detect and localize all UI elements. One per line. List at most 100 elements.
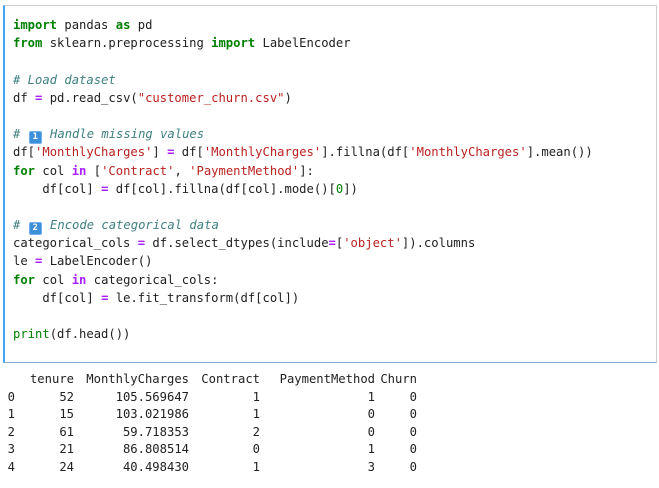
code-token: ] — [152, 145, 168, 160]
code-token: ) — [284, 90, 292, 105]
code-token: 'MonthlyCharges' — [35, 145, 153, 160]
table-cell: 0 — [409, 424, 417, 439]
code-token: [ — [86, 163, 102, 178]
table-cell: 40.498430 — [122, 459, 189, 474]
code-token: pd — [130, 18, 153, 32]
table-cell: 0 — [367, 407, 375, 421]
code-line: for col in ['Contract', 'PaymentMethod']… — [13, 162, 593, 180]
number-emoji-icon: 1 — [28, 131, 42, 145]
code-token: from — [13, 36, 43, 51]
code-token: df[ — [174, 145, 204, 160]
code-line: # Load dataset — [13, 71, 593, 89]
code-token: 'object' — [343, 236, 402, 251]
code-token: 'MonthlyCharges' — [203, 145, 322, 160]
table-cell: 24 — [59, 459, 74, 474]
table-cell: 3 — [367, 459, 375, 474]
code-line: from sklearn.preprocessing import LabelE… — [13, 34, 593, 52]
table-cell: 0 — [409, 407, 417, 421]
code-token: df[col].fillna(df[col].mode()[ — [108, 181, 336, 196]
code-token: le — [13, 254, 36, 269]
table-cell: 0 — [409, 389, 417, 404]
table-cell: 61 — [59, 424, 74, 439]
code-token: = — [328, 236, 336, 251]
table-cell: 59.718353 — [122, 424, 189, 439]
code-line: categorical_cols = df.select_dtypes(incl… — [13, 234, 593, 252]
table-cell: 1 — [367, 389, 375, 404]
code-token: ]) — [343, 181, 358, 196]
code-token: LabelEncoder() — [42, 254, 153, 269]
table-cell: 52 — [59, 389, 74, 404]
code-token: df[ — [13, 145, 36, 160]
code-line: df[col] = df[col].fillna(df[col].mode()[… — [13, 180, 593, 198]
number-emoji-icon: 2 — [28, 222, 42, 236]
code-token: 'Contract' — [101, 163, 175, 178]
code-line: # 2 Encode categorical data — [13, 216, 593, 236]
code-token: for — [13, 163, 36, 178]
table-cell: 103.021986 — [115, 407, 189, 421]
table-cell: 0 — [252, 442, 260, 456]
row-index: 4 — [7, 459, 15, 474]
code-editor[interactable]: import pandas as pd from sklearn.preproce… — [13, 16, 593, 343]
table-cell: tenure — [29, 372, 74, 386]
code-token: as — [115, 18, 131, 32]
code-token: categorical_cols — [13, 236, 138, 251]
table-cell: 1 — [252, 459, 260, 474]
table-cell: 21 — [59, 442, 74, 456]
code-token: ].fillna(df[ — [321, 145, 410, 160]
table-cell: MonthlyCharges — [86, 372, 189, 386]
code-token: print — [13, 327, 50, 342]
code-line: print(df.head()) — [13, 325, 593, 343]
code-token: import — [13, 18, 58, 32]
code-line: import pandas as pd — [13, 16, 593, 34]
code-token: ]: — [299, 163, 314, 178]
code-line: le = LabelEncoder() — [13, 252, 593, 270]
code-token: Handle missing values — [42, 127, 205, 142]
code-token: col — [35, 272, 72, 287]
code-token: df — [13, 90, 36, 105]
code-line: df = pd.read_csv("customer_churn.csv") — [13, 89, 593, 107]
code-line: # 1 Handle missing values — [13, 125, 593, 145]
code-token: # Load dataset — [13, 72, 116, 87]
code-token: le.fit_transform(df[col]) — [108, 290, 300, 305]
code-token: 'PaymentMethod' — [189, 163, 300, 178]
code-token: # — [13, 218, 28, 233]
code-token: ]).columns — [401, 236, 476, 251]
code-line: df['MonthlyCharges'] = df['MonthlyCharge… — [13, 143, 593, 161]
code-token: "customer_churn.csv" — [137, 90, 285, 105]
code-token: in — [71, 272, 87, 287]
table-cell: 0 — [409, 459, 417, 474]
code-token: df[col] — [13, 181, 102, 196]
table-cell: 0 — [367, 424, 375, 439]
row-index: 1 — [7, 407, 15, 421]
code-token: in — [71, 163, 87, 178]
table-cell: 105.569647 — [115, 389, 189, 404]
table-cell: Churn — [380, 372, 417, 386]
code-cell[interactable]: import pandas as pd from sklearn.preproce… — [3, 5, 657, 363]
table-cell: PaymentMethod — [279, 372, 375, 386]
row-index: 2 — [7, 424, 15, 439]
table-cell: 1 — [252, 389, 260, 404]
table-cell: Contract — [201, 372, 260, 386]
code-token: 'MonthlyCharges' — [409, 145, 527, 160]
code-line: for col in categorical_cols: — [13, 271, 593, 289]
row-index: 0 — [7, 389, 15, 404]
code-token: pd.read_csv( — [42, 90, 138, 105]
table-cell: 86.808514 — [122, 442, 189, 456]
code-token: import — [211, 36, 256, 51]
code-token: # — [13, 127, 28, 142]
code-token: for — [13, 272, 36, 287]
code-token: Encode categorical data — [42, 218, 219, 233]
code-line: df[col] = le.fit_transform(df[col]) — [13, 289, 593, 307]
row-index: 3 — [7, 442, 15, 456]
code-token: df.select_dtypes(include — [145, 236, 329, 251]
code-token: sklearn.preprocessing — [42, 36, 212, 51]
code-token: df[col] — [13, 290, 102, 305]
table-cell: 1 — [367, 442, 375, 456]
code-token: , — [174, 163, 190, 178]
code-token: LabelEncoder — [255, 36, 351, 51]
code-token: ].mean()) — [526, 145, 593, 160]
